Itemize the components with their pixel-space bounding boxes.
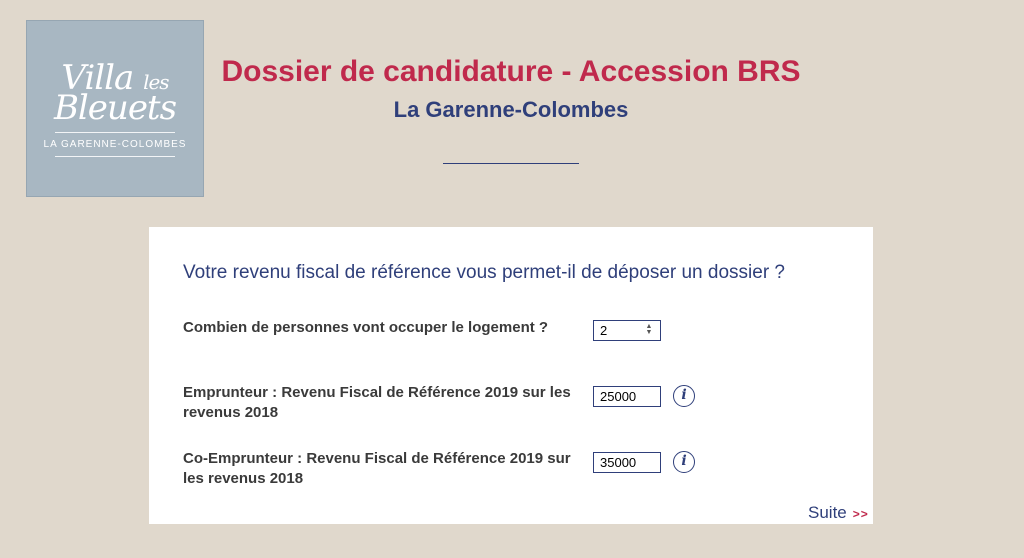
double-chevron-right-icon: >> [852, 507, 869, 521]
stepper-arrows-icon[interactable]: ▲ ▼ [643, 323, 655, 337]
co-borrower-info-icon[interactable]: i [673, 451, 695, 473]
co-borrower-income-field[interactable] [593, 452, 661, 473]
page-subtitle: La Garenne-Colombes [393, 97, 629, 122]
logo-word-bleuets: Bleuets [53, 88, 177, 128]
page-title: Dossier de candidature - Accession BRS [221, 55, 801, 88]
eligibility-form-card: Votre revenu fiscal de référence vous pe… [149, 227, 873, 524]
logo-rule-bottom [55, 156, 175, 157]
next-label: Suite [808, 503, 847, 522]
header-divider [443, 163, 579, 164]
logo-tagline: LA GARENNE-COLOMBES [43, 139, 187, 150]
villa-les-bleuets-logo: Villa les Bleuets LA GARENNE-COLOMBES [26, 20, 204, 197]
persons-label: Combien de personnes vont occuper le log… [183, 319, 549, 336]
logo-rule-top [55, 132, 175, 133]
co-borrower-income-label: Co-Emprunteur : Revenu Fiscal de Référen… [183, 450, 571, 487]
next-button[interactable]: Suite >> [808, 503, 869, 523]
form-question: Votre revenu fiscal de référence vous pe… [183, 262, 785, 283]
borrower-info-icon[interactable]: i [673, 385, 695, 407]
borrower-income-label: Emprunteur : Revenu Fiscal de Référence … [183, 384, 571, 421]
borrower-income-field[interactable] [593, 386, 661, 407]
